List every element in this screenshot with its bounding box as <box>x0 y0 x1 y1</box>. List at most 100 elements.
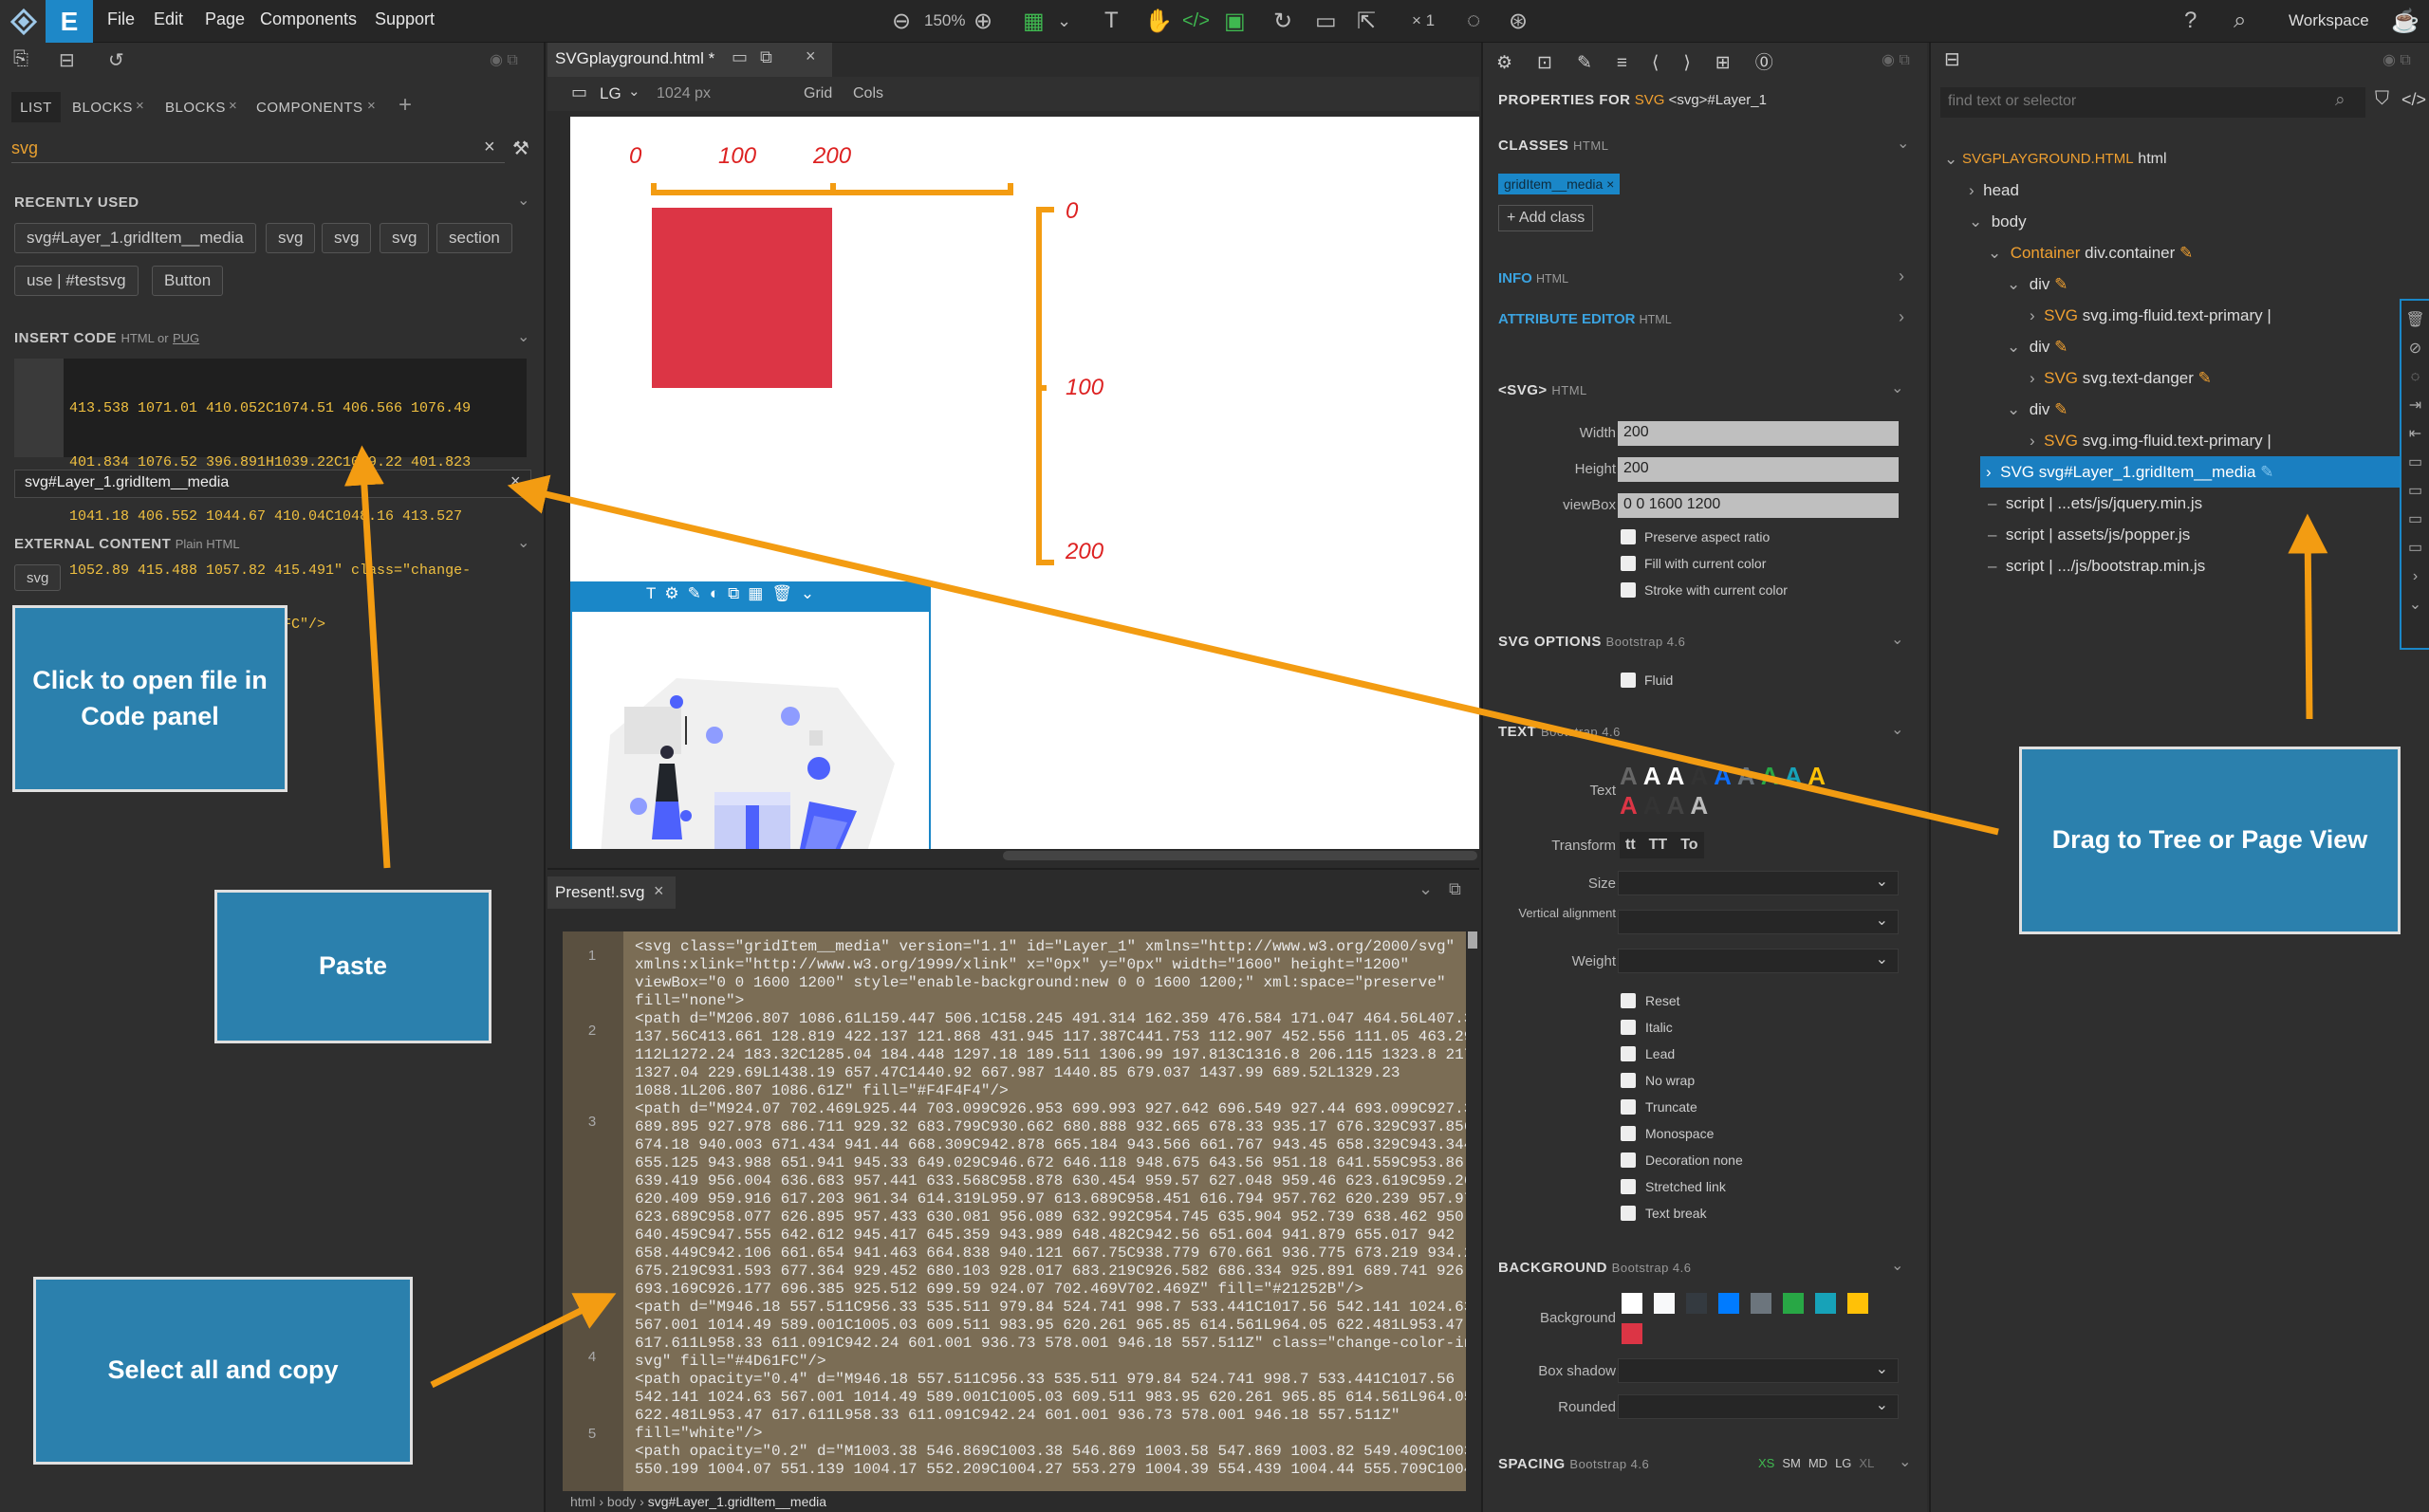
stroke-current-checkbox[interactable] <box>1621 582 1636 598</box>
tree-root[interactable]: ⌄ SVGPLAYGROUND.HTML html <box>1944 143 2167 175</box>
recent-chip[interactable]: section <box>436 223 512 253</box>
tab-list[interactable]: LIST <box>11 92 61 122</box>
menu-components[interactable]: Components <box>260 9 357 29</box>
workspace-button[interactable]: Workspace <box>2289 11 2369 30</box>
add-class-button[interactable]: + Add class <box>1498 205 1594 231</box>
tree-node[interactable]: ⌄ div ✎ <box>2007 394 2424 425</box>
zoom-out-icon[interactable]: ⊖ <box>892 8 911 35</box>
selector-input[interactable]: svg#Layer_1.gridItem__media <box>14 470 531 498</box>
swatch[interactable] <box>1815 1293 1836 1314</box>
tree-node[interactable]: ⌄ div ✎ <box>2007 331 2424 362</box>
tree-node[interactable]: – script | .../js/bootstrap.min.js <box>1988 550 2424 581</box>
chevron-right-icon[interactable]: › <box>1899 267 1904 286</box>
help-icon[interactable]: ? <box>2184 8 2197 34</box>
tree-node[interactable]: ⌄ div ✎ <box>2007 268 2424 300</box>
tree-node[interactable]: ⌄ Container div.container ✎ <box>1988 237 2424 268</box>
add-tab-icon[interactable]: + <box>399 92 412 119</box>
menu-edit[interactable]: Edit <box>154 9 183 29</box>
chevron-down-icon[interactable]: ⌄ <box>1897 134 1909 153</box>
valign-select[interactable]: ⌄ <box>1618 910 1899 934</box>
text-option[interactable]: Truncate <box>1621 1094 1743 1120</box>
split-icon[interactable]: ⧉ <box>760 47 772 67</box>
recent-chip[interactable]: Button <box>152 266 224 296</box>
hide-icon[interactable]: ◌ <box>1467 8 1480 34</box>
text-option[interactable]: Text break <box>1621 1200 1743 1226</box>
preview-icon[interactable]: ▭ <box>732 47 748 67</box>
fill-current-checkbox[interactable] <box>1621 556 1636 571</box>
recent-chip[interactable]: svg <box>266 223 316 253</box>
chevron-down-icon[interactable]: ⌄ <box>517 327 529 346</box>
preview-icon[interactable]: ▭ <box>1315 8 1337 35</box>
chevron-down-icon[interactable]: ⌄ <box>628 83 640 100</box>
undo-icon[interactable]: ↺ <box>108 48 124 72</box>
chevron-down-icon[interactable]: ⌄ <box>1891 378 1903 397</box>
filter-icon[interactable]: ⚒ <box>512 137 529 160</box>
visibility-icon[interactable]: ◉ ⧉ <box>1882 50 1910 69</box>
recent-chip[interactable]: use | #testsvg <box>14 266 139 296</box>
code-tab[interactable]: Present!.svg × <box>547 876 676 909</box>
app-logo-icon[interactable] <box>0 0 47 43</box>
zoom-in-icon[interactable]: ⊕ <box>973 8 992 35</box>
viewbox-input[interactable]: 0 0 1600 1200 <box>1618 493 1899 518</box>
chevron-down-icon[interactable]: ⌄ <box>1057 11 1071 31</box>
coffee-icon[interactable]: ☕ <box>2391 8 2420 35</box>
element-actions-icon[interactable]: T⚙✎◐⧉▦🗑⌄ <box>646 584 823 603</box>
hand-icon[interactable]: ✋ <box>1144 8 1173 35</box>
properties-toolbar-icons[interactable]: ⚙⊡✎≡⟨⟩⊞⓪ <box>1496 48 1798 74</box>
page-canvas[interactable]: 0 100 200 0 100 200 T⚙✎◐⧉▦🗑⌄ <box>570 117 1479 849</box>
swatch[interactable] <box>1847 1293 1868 1314</box>
clear-icon[interactable]: × <box>484 137 495 158</box>
swatch[interactable] <box>1686 1293 1707 1314</box>
selected-svg-element[interactable] <box>570 610 931 849</box>
close-icon[interactable]: × <box>654 881 664 901</box>
text-option[interactable]: Stretched link <box>1621 1173 1743 1200</box>
device-select[interactable]: LG <box>600 84 621 103</box>
swatch[interactable] <box>1718 1293 1739 1314</box>
chevron-down-icon[interactable]: ⌄ <box>1891 630 1903 649</box>
close-icon[interactable]: × <box>229 98 237 114</box>
swatch[interactable] <box>1751 1293 1771 1314</box>
code-editor[interactable]: 1 2 3 4 5 6 <svg class="gridItem__media"… <box>563 931 1466 1491</box>
tree-node[interactable]: – script | ...ets/js/jquery.min.js <box>1988 488 2424 519</box>
chevron-down-icon[interactable]: ⌄ <box>517 191 529 210</box>
menu-page[interactable]: Page <box>205 9 245 29</box>
code-icon[interactable]: </> <box>1182 10 1210 32</box>
class-chip[interactable]: gridItem__media × <box>1498 174 1621 194</box>
tree-node[interactable]: – script | assets/js/popper.js <box>1988 519 2424 550</box>
editor-tab[interactable]: SVGplayground.html * ▭ ⧉ × <box>547 43 832 77</box>
search-icon[interactable]: ⌕ <box>2335 90 2346 111</box>
refresh-icon[interactable]: ↻ <box>1273 8 1292 35</box>
export-icon[interactable]: ⇱ <box>1357 8 1376 35</box>
text-option[interactable]: Decoration none <box>1621 1147 1743 1173</box>
menu-support[interactable]: Support <box>375 9 435 29</box>
editor-mode-icon[interactable]: E <box>46 0 93 43</box>
text-color-options[interactable]: AAAAAAAAA AAAA <box>1620 762 1831 821</box>
text-option[interactable]: Monospace <box>1621 1120 1743 1147</box>
search-icon[interactable]: ⌕ <box>2234 8 2246 34</box>
swatch[interactable] <box>1622 1323 1642 1344</box>
library-icon[interactable]: ⊟ <box>59 48 75 72</box>
menu-file[interactable]: File <box>107 9 135 29</box>
cols-toggle[interactable]: Cols <box>853 85 883 102</box>
close-icon[interactable]: × <box>367 98 376 114</box>
clear-icon[interactable]: × <box>510 471 521 491</box>
chevron-down-icon[interactable]: ⌄ <box>1891 1256 1903 1275</box>
tab-blocks-1[interactable]: BLOCKS <box>72 100 133 116</box>
fluid-checkbox[interactable] <box>1621 673 1636 688</box>
insert-icon[interactable]: ⎘ <box>13 48 28 70</box>
tab-components[interactable]: COMPONENTS <box>256 100 363 116</box>
shadow-select[interactable]: ⌄ <box>1618 1358 1899 1383</box>
tab-blocks-2[interactable]: BLOCKS <box>165 100 226 116</box>
text-option[interactable]: Lead <box>1621 1041 1743 1067</box>
tree-icon[interactable]: ⊟ <box>1944 47 1960 71</box>
text-edit-icon[interactable]: T <box>1104 8 1119 34</box>
tree-node[interactable]: › SVG svg.text-danger ✎ <box>2030 362 2424 394</box>
close-icon[interactable]: × <box>136 98 144 114</box>
chevron-right-icon[interactable]: › <box>1899 307 1904 327</box>
weight-select[interactable]: ⌄ <box>1618 949 1899 973</box>
transform-options[interactable]: tt TT To <box>1620 832 1704 858</box>
recent-chip[interactable]: svg#Layer_1.gridItem__media <box>14 223 256 253</box>
close-icon[interactable]: × <box>806 46 816 66</box>
layout-grid-icon[interactable]: ▦ <box>1023 8 1045 35</box>
width-input[interactable]: 200 <box>1618 421 1899 446</box>
